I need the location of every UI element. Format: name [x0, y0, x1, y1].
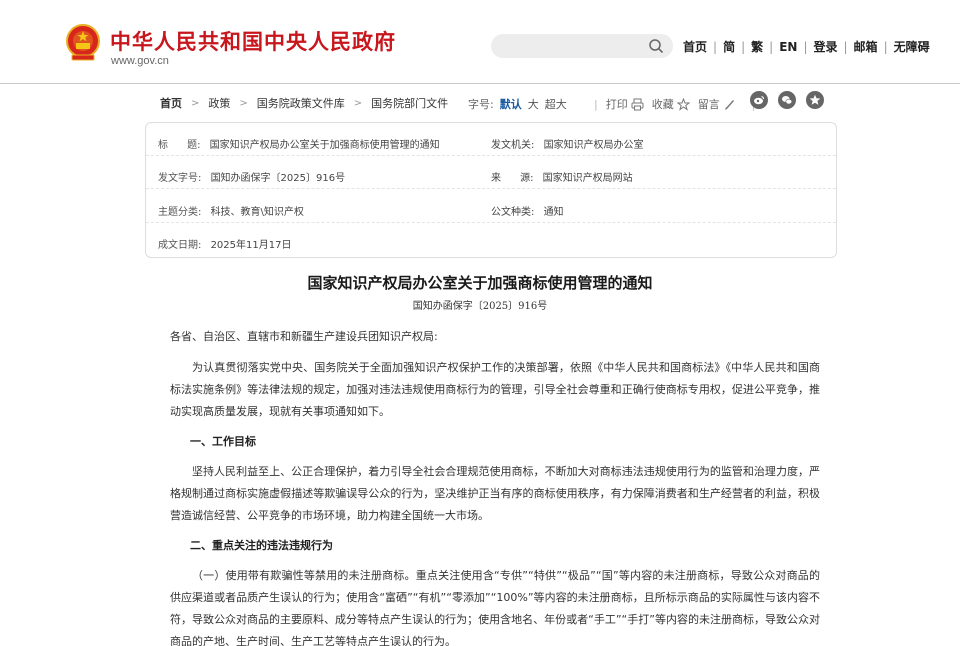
nav-accessibility[interactable]: 无障碍 — [894, 38, 930, 55]
share-buttons — [750, 91, 834, 109]
breadcrumb-department-docs[interactable]: 国务院部门文件 — [371, 95, 448, 111]
nav-separator: | — [843, 39, 848, 54]
printer-icon — [631, 98, 644, 110]
page-tools: | 打印 收藏 留言 | — [586, 96, 763, 112]
tools-separator: | — [594, 97, 598, 111]
breadcrumb: 首页 > 政策 > 国务院政策文件库 > 国务院部门文件 字号: 默认 大 超大… — [160, 91, 830, 113]
chevron-right-icon: > — [191, 97, 200, 109]
section-text: （一）使用带有欺骗性等禁用的未注册商标。重点关注使用含“专供”“特供”“极品”“… — [170, 569, 820, 646]
meta-issuer-value: 国家知识产权局办公室 — [543, 140, 644, 151]
nav-login[interactable]: 登录 — [813, 38, 837, 55]
meta-divider — [146, 155, 836, 156]
document-metadata-panel: 标 题: 国家知识产权局办公室关于加强商标使用管理的通知 发文机关: 国家知识产… — [145, 122, 837, 258]
nav-separator: | — [713, 39, 718, 54]
section-heading: 二、重点关注的违法违规行为 — [190, 539, 333, 552]
meta-topic-label: 主题分类: — [158, 207, 202, 218]
meta-docno-value: 国知办函保字〔2025〕916号 — [210, 173, 346, 184]
meta-source-value: 国家知识产权局网站 — [542, 173, 633, 184]
font-size-default[interactable]: 默认 — [500, 96, 522, 112]
nav-mail[interactable]: 邮箱 — [854, 38, 878, 55]
font-size-xlarge[interactable]: 超大 — [545, 96, 567, 112]
section-text: 坚持人民利益至上、公正合理保护，着力引导全社会合理规范使用商标，不断加大对商标违… — [170, 465, 820, 522]
comment-label: 留言 — [697, 98, 720, 111]
star-icon — [676, 97, 690, 111]
meta-issuer-label: 发文机关: — [491, 140, 535, 151]
document-title: 国家知识产权局办公室关于加强商标使用管理的通知 — [307, 274, 653, 292]
breadcrumb-home[interactable]: 首页 — [160, 95, 182, 111]
comment-button[interactable]: 留言 — [698, 96, 736, 112]
meta-title-value: 国家知识产权局办公室关于加强商标使用管理的通知 — [209, 140, 440, 151]
favorite-button[interactable]: 收藏 — [652, 96, 690, 112]
meta-divider — [146, 222, 836, 223]
nav-separator: | — [769, 39, 774, 54]
meta-doctype-value: 通知 — [543, 207, 564, 218]
nav-home[interactable]: 首页 — [683, 38, 707, 55]
site-header: 中华人民共和国中央人民政府 www.gov.cn 首页 | 简 | 繁 | EN | 登… — [0, 0, 960, 84]
meta-docno-label: 发文字号: — [158, 173, 202, 184]
meta-issuer-row: 发文机关: 国家知识产权局办公室 — [491, 136, 644, 151]
search-icon[interactable] — [648, 38, 664, 54]
meta-date-row: 成文日期: 2025年11月17日 — [158, 236, 291, 251]
meta-source-label: 来 源: — [491, 173, 534, 184]
chevron-right-icon: > — [353, 97, 363, 109]
meta-date-value: 2025年11月17日 — [210, 240, 292, 251]
nav-english[interactable]: EN — [779, 40, 797, 54]
font-size-large[interactable]: 大 — [528, 96, 539, 112]
pencil-icon — [724, 99, 734, 110]
document-salutation: 各省、自治区、直辖市和新疆生产建设兵团知识产权局: — [170, 330, 438, 343]
site-title[interactable]: 中华人民共和国中央人民政府 — [110, 26, 396, 56]
print-button[interactable]: 打印 — [606, 96, 644, 112]
meta-source-row: 来 源: 国家知识产权局网站 — [491, 169, 633, 184]
breadcrumb-policy[interactable]: 政策 — [208, 95, 230, 111]
nav-separator: | — [883, 39, 888, 54]
meta-docno-row: 发文字号: 国知办函保字〔2025〕916号 — [158, 169, 345, 184]
font-size-selector: 字号: 默认 大 超大 — [468, 96, 567, 112]
document-intro: 为认真贯彻落实党中央、国务院关于全面加强知识产权保护工作的决策部署，依照《中华人… — [170, 361, 820, 418]
meta-topic-value: 科技、教育\知识产权 — [210, 207, 304, 218]
wechat-share-button[interactable] — [778, 91, 796, 109]
meta-topic-row: 主题分类: 科技、教育\知识产权 — [158, 203, 304, 218]
print-label: 打印 — [605, 98, 628, 111]
qzone-icon — [809, 94, 821, 105]
meta-doctype-label: 公文种类: — [491, 207, 535, 218]
wechat-icon — [782, 96, 793, 105]
meta-date-label: 成文日期: — [158, 240, 202, 251]
site-url[interactable]: www.gov.cn — [111, 55, 169, 67]
meta-divider — [146, 188, 836, 189]
font-size-label: 字号: — [468, 98, 494, 111]
meta-doctype-row: 公文种类: 通知 — [491, 203, 564, 218]
nav-separator: | — [741, 39, 746, 54]
favorite-label: 收藏 — [651, 98, 674, 111]
nav-separator: | — [803, 39, 808, 54]
meta-title-label: 标 题: — [158, 140, 201, 151]
document-number: 国知办函保字〔2025〕916号 — [412, 301, 548, 312]
nav-traditional[interactable]: 繁 — [751, 38, 763, 55]
weibo-icon — [754, 96, 764, 105]
breadcrumb-policy-library[interactable]: 国务院政策文件库 — [257, 95, 345, 111]
weibo-share-button[interactable] — [750, 91, 768, 109]
section-heading: 一、工作目标 — [190, 435, 256, 448]
search-input[interactable] — [491, 34, 673, 58]
national-emblem-icon[interactable] — [66, 24, 100, 62]
nav-simplified[interactable]: 简 — [723, 38, 735, 55]
top-nav: 首页 | 简 | 繁 | EN | 登录 | 邮箱 | 无障碍 — [683, 38, 930, 55]
chevron-right-icon: > — [239, 97, 248, 109]
meta-title-row: 标 题: 国家知识产权局办公室关于加强商标使用管理的通知 — [158, 136, 440, 151]
qzone-share-button[interactable] — [806, 91, 824, 109]
